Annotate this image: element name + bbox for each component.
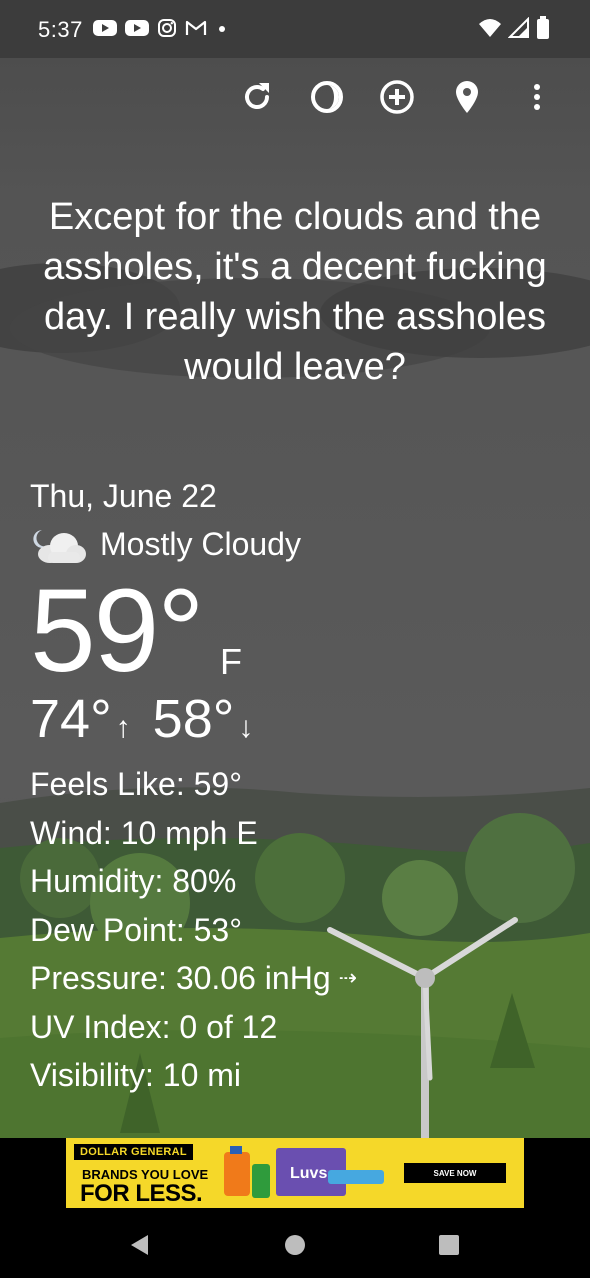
more-options-button[interactable] <box>502 78 572 120</box>
instagram-icon <box>157 18 177 43</box>
weather-date: Thu, June 22 <box>30 478 217 514</box>
theme-button[interactable] <box>292 78 362 120</box>
wifi-icon <box>478 17 502 44</box>
back-icon[interactable] <box>128 1232 152 1263</box>
pressure-trend-icon: ⇢ <box>338 965 358 990</box>
pressure-label: Pressure: 30.06 inHg <box>30 960 331 996</box>
nav-bar <box>0 1214 590 1278</box>
visibility-row: Visibility: 10 mi <box>30 1057 242 1093</box>
weather-app: Except for the clouds and the assholes, … <box>0 58 590 1138</box>
battery-icon <box>536 16 550 45</box>
dew-point-row: Dew Point: 53° <box>30 911 243 948</box>
refresh-icon <box>239 79 275 120</box>
location-pin-icon <box>453 79 481 120</box>
ad-headline: FOR LESS. <box>80 1180 203 1207</box>
pressure-row: Pressure: 30.06 inHg ⇢ <box>30 954 357 1003</box>
ad-container: DOLLAR GENERAL BRANDS YOU LOVE FOR LESS.… <box>0 1138 590 1214</box>
add-location-button[interactable] <box>362 78 432 120</box>
high-arrow-icon: ↑ <box>115 711 131 744</box>
weather-quote: Except for the clouds and the assholes, … <box>43 196 547 388</box>
ad-banner[interactable]: DOLLAR GENERAL BRANDS YOU LOVE FOR LESS.… <box>66 1138 524 1208</box>
recents-icon[interactable] <box>437 1232 461 1263</box>
theme-icon <box>309 79 345 120</box>
add-location-icon <box>379 79 415 120</box>
refresh-button[interactable] <box>222 78 292 120</box>
status-bar: 5:37 <box>0 0 590 58</box>
condition-label: Mostly Cloudy <box>100 525 301 562</box>
system-icons <box>478 16 550 45</box>
wind-row: Wind: 10 mph E <box>30 814 258 851</box>
ad-product-label: Luvs <box>290 1165 327 1182</box>
weather-details: Feels Like: 59° Wind: 10 mph E Humidity:… <box>30 760 357 1100</box>
ad-products-image: Luvs <box>224 1146 384 1198</box>
home-icon[interactable] <box>283 1232 307 1263</box>
low-arrow-icon: ↓ <box>238 711 254 744</box>
status-time: 5:37 <box>38 17 83 42</box>
location-button[interactable] <box>432 78 502 120</box>
signal-icon <box>507 16 530 44</box>
dot-icon <box>215 19 229 42</box>
low-temperature: 58° <box>152 689 235 749</box>
gmail-icon <box>185 19 207 42</box>
partly-cloudy-night-icon <box>28 524 86 564</box>
weather-condition: Mostly Cloudy <box>28 524 301 564</box>
toolbar <box>222 78 572 120</box>
more-vert-icon <box>532 83 542 116</box>
ad-brand-logo: DOLLAR GENERAL <box>74 1144 193 1160</box>
ad-cta-button[interactable]: SAVE NOW <box>404 1163 506 1183</box>
notification-icons <box>93 18 229 43</box>
uv-index-row: UV Index: 0 of 12 <box>30 1008 278 1045</box>
youtube-icon <box>93 19 117 42</box>
high-low: 74° ↑ 58° ↓ <box>30 688 275 750</box>
youtube-icon <box>125 19 149 42</box>
temperature-unit: F <box>220 641 242 682</box>
humidity-row: Humidity: 80% <box>30 863 237 899</box>
feels-like-row: Feels Like: 59° <box>30 766 243 802</box>
current-temperature: 59° <box>30 565 204 697</box>
high-temperature: 74° <box>30 689 112 749</box>
